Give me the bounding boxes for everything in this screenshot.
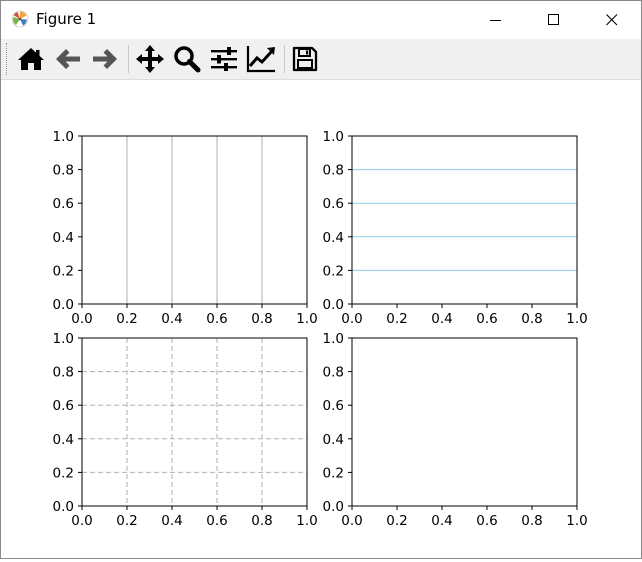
subplots-button[interactable] — [207, 43, 241, 75]
y-tick-label: 0.4 — [323, 230, 344, 246]
axes-frame — [351, 337, 578, 507]
figure-canvas[interactable]: 0.0 0.2 0.4 0.6 0.8 1.0 0.0 0.2 0.4 0.6 0.8 1.0 0.0 0… — [1, 80, 641, 558]
x-tick-label: 0.4 — [161, 513, 182, 529]
minimize-icon — [490, 20, 501, 21]
forward-button[interactable] — [88, 43, 122, 75]
y-tick-label: 0.4 — [53, 432, 74, 448]
subplot-4: 0.0 0.2 0.4 0.6 0.8 1.0 0.0 0.2 0.4 0.6 0.8 1.0 — [323, 331, 588, 529]
edit-axes-button[interactable] — [244, 43, 278, 75]
x-tick-label: 1.0 — [566, 311, 587, 327]
x-tick-label: 0.0 — [71, 311, 92, 327]
x-tick-label: 1.0 — [566, 513, 587, 529]
y-tick-label: 0.2 — [323, 465, 344, 481]
y-tick-label: 0.2 — [323, 263, 344, 279]
x-tick-label: 0.8 — [251, 311, 272, 327]
toolbar-grip[interactable] — [6, 43, 9, 75]
axes-frame — [81, 337, 308, 507]
pan-button[interactable] — [133, 43, 167, 75]
figure-window: Figure 1 0.0 0.2 0.4 0.6 0.8 1.0 0.0 0.2… — [0, 0, 642, 559]
toolbar-separator — [284, 45, 285, 73]
subplot-1: 0.0 0.2 0.4 0.6 0.8 1.0 0.0 0.2 0.4 0.6 0.8 1.0 — [53, 129, 318, 327]
subplot-2: 0.0 0.2 0.4 0.6 0.8 1.0 0.0 0.2 0.4 0.6 0.8 1.0 — [323, 129, 588, 327]
x-tick-label: 0.6 — [206, 311, 227, 327]
subplot-3: 0.0 0.2 0.4 0.6 0.8 1.0 0.0 0.2 0.4 0.6 0.8 1.0 — [53, 331, 318, 529]
y-tick-label: 1.0 — [323, 331, 344, 347]
y-tick-label: 0.0 — [53, 297, 74, 313]
x-tick-label: 0.0 — [341, 311, 362, 327]
title-bar[interactable]: Figure 1 — [1, 1, 641, 39]
y-tick-label: 0.0 — [323, 499, 344, 515]
x-tick-label: 0.4 — [431, 311, 452, 327]
axes-frame — [351, 135, 578, 305]
line-chart-icon — [246, 46, 275, 73]
minimize-button[interactable] — [467, 1, 525, 39]
save-button[interactable] — [288, 43, 322, 75]
y-tick-label: 0.0 — [323, 297, 344, 313]
y-tick-label: 1.0 — [323, 129, 344, 145]
y-tick-label: 1.0 — [53, 331, 74, 347]
y-tick-label: 0.8 — [53, 365, 74, 381]
x-tick-label: 0.6 — [476, 311, 497, 327]
x-tick-label: 0.2 — [386, 513, 407, 529]
close-icon — [606, 14, 618, 26]
arrow-left-icon — [56, 49, 80, 69]
maximize-icon — [548, 14, 559, 25]
x-tick-label: 0.0 — [71, 513, 92, 529]
y-tick-label: 0.4 — [53, 230, 74, 246]
magnifier-icon — [174, 46, 201, 73]
move-arrows-icon — [136, 45, 164, 73]
x-tick-label: 1.0 — [296, 513, 317, 529]
x-tick-label: 0.2 — [116, 311, 137, 327]
x-tick-label: 0.4 — [431, 513, 452, 529]
y-tick-label: 0.6 — [53, 196, 74, 212]
navigation-toolbar — [1, 39, 641, 80]
home-icon — [18, 48, 44, 70]
y-tick-label: 0.6 — [323, 196, 344, 212]
x-tick-label: 0.8 — [251, 513, 272, 529]
x-tick-label: 0.8 — [521, 513, 542, 529]
matplotlib-app-icon — [11, 10, 29, 28]
y-tick-label: 0.8 — [323, 365, 344, 381]
y-tick-label: 0.8 — [323, 163, 344, 179]
close-button[interactable] — [583, 1, 641, 39]
y-tick-label: 0.2 — [53, 465, 74, 481]
floppy-disk-icon — [292, 46, 318, 72]
x-tick-label: 1.0 — [296, 311, 317, 327]
y-tick-label: 0.6 — [53, 398, 74, 414]
x-tick-label: 0.6 — [476, 513, 497, 529]
y-tick-label: 0.4 — [323, 432, 344, 448]
window-title: Figure 1 — [36, 10, 97, 28]
y-tick-label: 0.0 — [53, 499, 74, 515]
x-tick-label: 0.2 — [116, 513, 137, 529]
toolbar-separator — [128, 45, 129, 73]
x-tick-label: 0.4 — [161, 311, 182, 327]
zoom-button[interactable] — [170, 43, 204, 75]
y-tick-label: 0.6 — [323, 398, 344, 414]
x-tick-label: 0.8 — [521, 311, 542, 327]
sliders-icon — [211, 47, 237, 71]
y-tick-label: 1.0 — [53, 129, 74, 145]
x-tick-label: 0.0 — [341, 513, 362, 529]
y-tick-label: 0.8 — [53, 163, 74, 179]
back-button[interactable] — [51, 43, 85, 75]
arrow-right-icon — [93, 49, 117, 69]
maximize-button[interactable] — [525, 1, 583, 39]
y-tick-label: 0.2 — [53, 263, 74, 279]
x-tick-label: 0.6 — [206, 513, 227, 529]
x-tick-label: 0.2 — [386, 311, 407, 327]
home-button[interactable] — [14, 43, 48, 75]
figure-plot-area: 0.0 0.2 0.4 0.6 0.8 1.00.00.20.40.60.81.00.0 0… — [53, 129, 588, 529]
axes-frame — [81, 135, 308, 305]
